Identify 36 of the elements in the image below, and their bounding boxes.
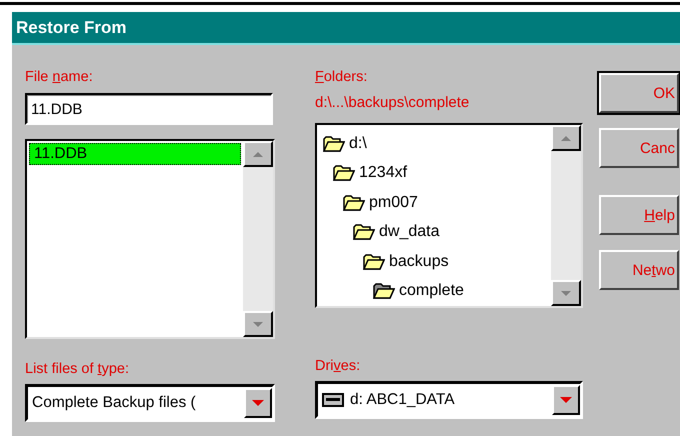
down-arrow-icon xyxy=(559,396,573,404)
file-name-field[interactable]: 11.DDB xyxy=(25,93,273,125)
folder-item[interactable]: 1234xf xyxy=(333,158,545,188)
drive-icon xyxy=(322,393,344,407)
folder-icon xyxy=(323,136,345,152)
up-arrow-icon xyxy=(252,150,264,158)
folder-item[interactable]: complete xyxy=(373,276,545,306)
window-title: Restore From xyxy=(12,12,680,45)
file-type-label: List files of type: xyxy=(25,361,130,379)
folder-icon xyxy=(333,165,355,182)
folder-item[interactable]: pm007 xyxy=(343,188,545,218)
down-arrow-icon xyxy=(560,290,572,296)
folder-icon xyxy=(343,194,365,211)
up-arrow-icon xyxy=(560,134,572,142)
folder-icon xyxy=(363,254,385,270)
drives-dropdown[interactable]: d: ABC1_DATA xyxy=(315,381,583,419)
folders-label: Folders: xyxy=(315,69,368,87)
folder-icon xyxy=(373,283,395,300)
folder-path: d:\...\backups\complete xyxy=(315,94,470,113)
dropdown-button[interactable] xyxy=(552,385,580,415)
down-arrow-icon xyxy=(251,399,265,407)
dropdown-button[interactable] xyxy=(244,388,272,418)
folder-item[interactable]: d:\ xyxy=(323,129,545,158)
scroll-up-button[interactable] xyxy=(551,125,581,151)
folder-item[interactable]: dw_data xyxy=(353,218,545,247)
file-item[interactable]: 11.DDB xyxy=(29,143,241,165)
file-type-dropdown[interactable]: Complete Backup files ( xyxy=(25,384,275,422)
drives-label: Drives: xyxy=(315,358,362,376)
drive-name: d: ABC1_DATA xyxy=(350,391,455,409)
folder-icon xyxy=(353,224,375,240)
scroll-down-button[interactable] xyxy=(551,280,581,306)
file-name-label: File name: xyxy=(25,69,94,87)
down-arrow-icon xyxy=(252,320,264,328)
scroll-down-button[interactable] xyxy=(243,311,273,337)
folder-item[interactable]: backups xyxy=(363,247,545,276)
scroll-up-button[interactable] xyxy=(243,141,273,167)
